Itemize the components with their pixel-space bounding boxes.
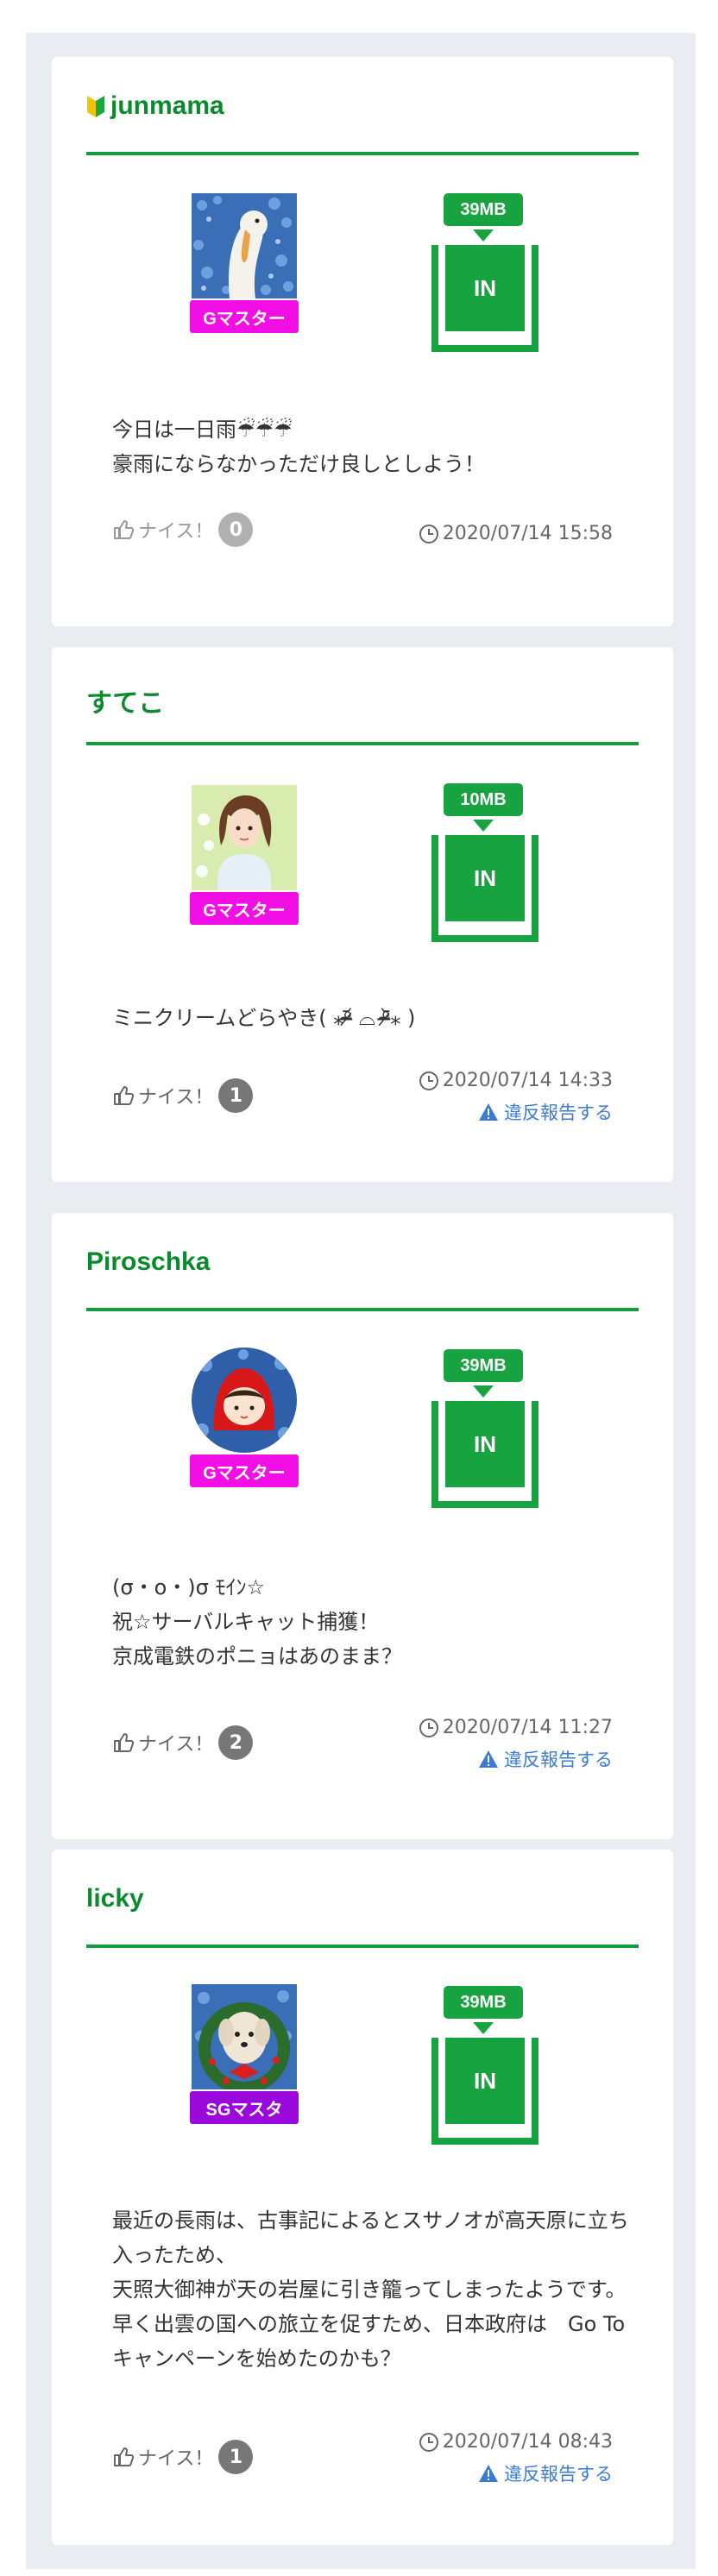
username: すてこ [86,689,165,718]
username-link[interactable]: licky [86,1884,144,1913]
report-text: 違反報告する [504,1750,613,1770]
post-card: licky SGマスタ 39MB IN 最近の長雨は、古事記によるとスサノオが高… [52,1850,673,2545]
timestamp-text: 2020/07/14 11:27 [442,1717,613,1738]
red-hood-avatar-icon [192,1348,297,1453]
dog-wreath-avatar-icon [192,1984,297,2089]
clock-icon [419,1718,438,1737]
rank-badge: Gマスター [190,300,299,333]
beginner-mark-icon [87,96,104,117]
clock-icon [419,2432,438,2452]
checkin-box[interactable]: IN [431,2038,538,2145]
post-message: (σ・ο・)σ ﾓｲﾝ☆ 祝☆サーバルキャット捕獲！ 京成電鉄のポニョはあのまま… [112,1575,402,1668]
nice-label: ナイス！ [138,521,214,543]
avatar[interactable]: Gマスター [190,193,299,336]
thumbs-up-icon [114,1733,135,1752]
checkin-box[interactable]: IN [431,835,538,942]
nice-label: ナイス！ [138,2448,214,2470]
checkin-box[interactable]: IN [431,245,538,352]
size-tag: 39MB [444,1349,523,1382]
in-label: IN [445,1401,525,1487]
avatar[interactable]: Gマスター [190,785,299,928]
post-header: すてこ [86,647,639,745]
username-link[interactable]: Piroschka [86,1247,210,1277]
warning-icon [479,1103,498,1121]
username-link[interactable]: すてこ [86,682,164,719]
nice-label: ナイス！ [138,1734,214,1756]
rank-badge: Gマスター [190,1454,299,1487]
thumbs-up-icon [114,520,135,539]
nice-button[interactable]: ナイス！ 1 [112,1078,254,1113]
in-label: IN [445,835,525,921]
post-message: ミニクリームどらやき( ⁎ᵒ̴̶̷᷄ ⌓ ᵒ̴̶̷᷅⁎ ) [112,1006,416,1030]
post-header: licky [86,1850,639,1948]
report-link[interactable]: 違反報告する [478,1099,613,1125]
post-card: junmama Gマスター 39MB IN 今日は一日雨☔☔☔ 豪雨にならなかっ… [52,57,673,626]
report-link[interactable]: 違反報告する [478,2460,613,2486]
girl-illustration-avatar-icon [192,785,297,890]
nice-count: 2 [218,1725,254,1760]
clock-icon [419,1071,438,1090]
nice-button[interactable]: ナイス！ 2 [112,1725,254,1760]
nice-label: ナイス！ [138,1087,214,1109]
username-link[interactable]: junmama [86,91,224,121]
thumbs-up-icon [114,2447,135,2466]
report-text: 違反報告する [504,1103,613,1123]
post-card: すてこ Gマスター 10MB IN ミニクリームどらやき(⁎ᵒ̴̶̷᷄ ⌓ ᵒ… [52,647,673,1182]
post-list: junmama Gマスター 39MB IN 今日は一日雨☔☔☔ 豪雨にならなかっ… [26,33,696,2569]
post-header: junmama [86,57,639,155]
timestamp: 2020/07/14 11:27 [419,1717,613,1738]
swan-avatar-icon [192,193,297,298]
timestamp: 2020/07/14 15:58 [419,523,613,544]
rank-badge: Gマスター [190,892,299,925]
post-message: 今日は一日雨☔☔☔ 豪雨にならなかっただけ良しとしよう！ [112,418,485,476]
rank-badge: SGマスタ [190,2091,299,2124]
nice-count: 0 [218,512,254,547]
size-arrow-icon [473,820,494,832]
size-arrow-icon [473,1385,494,1398]
in-label: IN [445,245,525,331]
warning-icon [479,2465,498,2482]
username: junmama [110,91,224,120]
timestamp: 2020/07/14 08:43 [419,2431,613,2453]
post-message: 最近の長雨は、古事記によるとスサノオが高天原に立ち入ったため、 天照大御神が天の… [112,2208,629,2371]
clock-icon [419,524,438,543]
nice-button[interactable]: ナイス！ 1 [112,2440,254,2474]
timestamp: 2020/07/14 14:33 [419,1070,613,1091]
thumbs-up-icon [114,1086,135,1105]
size-tag: 10MB [444,783,523,816]
report-text: 違反報告する [504,2464,613,2485]
username: licky [86,1884,144,1913]
avatar[interactable]: SGマスタ [190,1984,299,2127]
in-label: IN [445,2038,525,2124]
warning-icon [479,1750,498,1768]
username: Piroschka [86,1247,211,1276]
nice-count: 1 [218,2440,254,2474]
post-card: Piroschka Gマスター 39MB IN (σ・ο・)σ ﾓｲﾝ☆ 祝☆サ… [52,1213,673,1839]
post-header: Piroschka [86,1213,639,1311]
nice-button[interactable]: ナイス！ 0 [112,512,254,547]
timestamp-text: 2020/07/14 08:43 [442,2431,613,2453]
timestamp-text: 2020/07/14 14:33 [442,1070,613,1091]
size-arrow-icon [473,229,494,242]
timestamp-text: 2020/07/14 15:58 [442,523,613,544]
avatar[interactable]: Gマスター [190,1348,299,1491]
checkin-box[interactable]: IN [431,1401,538,1508]
size-tag: 39MB [444,193,523,226]
size-tag: 39MB [444,1986,523,2019]
nice-count: 1 [218,1078,254,1113]
report-link[interactable]: 違反報告する [478,1746,613,1772]
size-arrow-icon [473,2022,494,2034]
